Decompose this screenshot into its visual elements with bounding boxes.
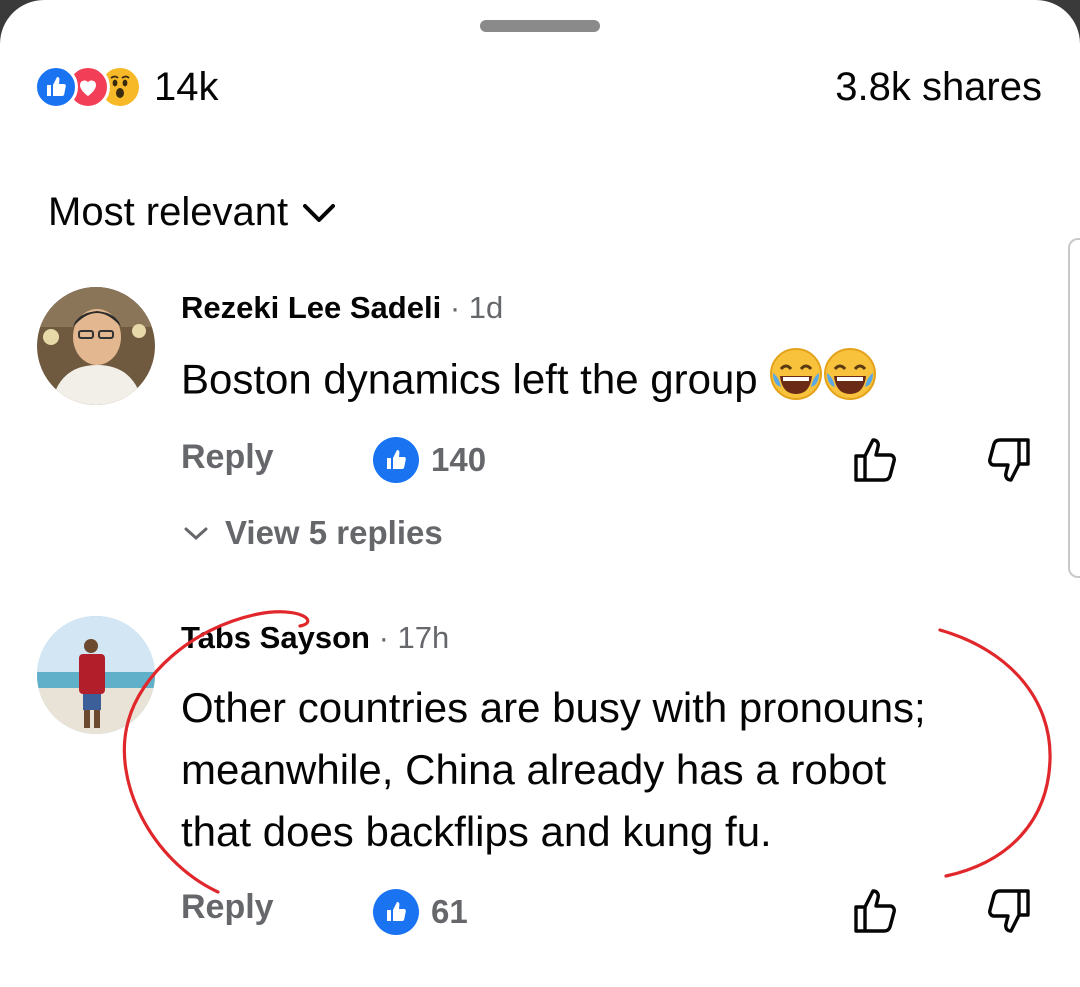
comment-author[interactable]: Tabs Sayson · 17h (181, 620, 449, 656)
comment-time: · 1d (449, 290, 504, 325)
thumbs-up-icon[interactable] (852, 887, 900, 935)
comment-text: Boston dynamics left the group (181, 347, 877, 418)
comment-author[interactable]: Rezeki Lee Sadeli · 1d (181, 290, 503, 326)
sort-dropdown[interactable]: Most relevant (48, 190, 336, 235)
thumbs-down-icon[interactable] (984, 436, 1032, 484)
reply-button[interactable]: Reply (181, 888, 274, 927)
view-replies-label: View 5 replies (225, 514, 443, 551)
view-replies-button[interactable]: View 5 replies (183, 514, 443, 552)
avatar[interactable] (37, 616, 155, 734)
comment-like-count[interactable]: 140 (373, 437, 486, 483)
avatar[interactable] (37, 287, 155, 405)
reply-button[interactable]: Reply (181, 438, 274, 477)
comment-line: meanwhile, China already has a robot (181, 746, 887, 793)
reactions-summary[interactable]: 14k (34, 62, 219, 112)
comment-line: Other countries are busy with pronouns; (181, 684, 926, 731)
comment-like-count[interactable]: 61 (373, 889, 468, 935)
comments-sheet: 14k 3.8k shares Most relevant Rezeki Lee… (0, 0, 1080, 987)
like-icon (373, 889, 419, 935)
like-count-label: 61 (431, 893, 468, 930)
like-icon (373, 437, 419, 483)
comment-line: that does backflips and kung fu. (181, 808, 772, 855)
author-name[interactable]: Rezeki Lee Sadeli (181, 290, 441, 325)
laughing-tears-emoji (769, 347, 823, 418)
chevron-down-icon (303, 203, 336, 222)
comment-body: Boston dynamics left the group (181, 355, 758, 403)
like-icon (34, 65, 78, 109)
sort-label: Most relevant (48, 190, 289, 234)
sheet-drag-handle[interactable] (480, 20, 600, 32)
comment-text: Other countries are busy with pronouns; … (181, 677, 926, 863)
reaction-count: 14k (154, 64, 219, 109)
laughing-tears-emoji (823, 347, 877, 418)
author-name[interactable]: Tabs Sayson (181, 620, 370, 655)
scrollbar[interactable] (1068, 238, 1080, 578)
shares-count[interactable]: 3.8k shares (835, 62, 1042, 112)
like-count-label: 140 (431, 441, 487, 478)
chevron-down-icon (184, 527, 208, 541)
thumbs-down-icon[interactable] (984, 887, 1032, 935)
comment-time: · 17h (378, 620, 450, 655)
thumbs-up-icon[interactable] (852, 436, 900, 484)
